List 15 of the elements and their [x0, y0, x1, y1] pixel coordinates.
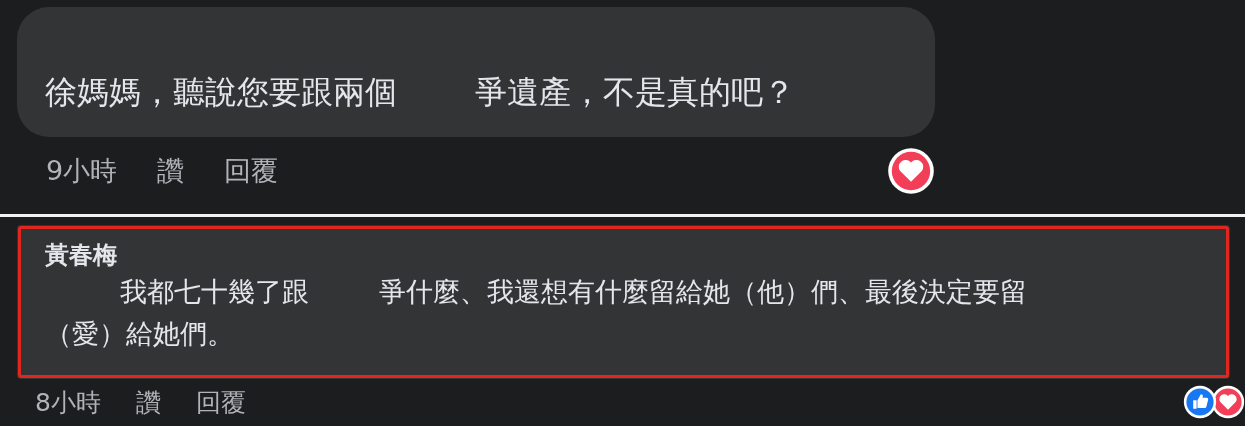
- comment-action-link[interactable]: 回覆: [224, 153, 279, 189]
- comment-time: 8小時: [35, 386, 101, 419]
- comment-author[interactable]: 黃春梅: [45, 239, 117, 271]
- like-reaction-icon: [1183, 385, 1217, 419]
- comment-text: （愛）給她們。: [45, 317, 234, 351]
- comment-text: 爭遺產，不是真的吧？: [475, 72, 795, 113]
- heart-reaction-icon: [1211, 385, 1245, 419]
- comment-action-link[interactable]: 讚: [157, 153, 185, 189]
- comment-text: 我都七十幾了跟: [120, 275, 309, 309]
- comment-action-link[interactable]: 回覆: [195, 385, 246, 419]
- comment-action-link[interactable]: 讚: [135, 385, 161, 419]
- comment-time: 9小時: [46, 154, 118, 188]
- heart-reaction-icon: [887, 147, 935, 195]
- comment-text: 徐媽媽，聽說您要跟兩個: [45, 72, 397, 113]
- comment-text: 爭什麼、我還想有什麼留給她（他）們、最後決定要留: [379, 275, 1027, 309]
